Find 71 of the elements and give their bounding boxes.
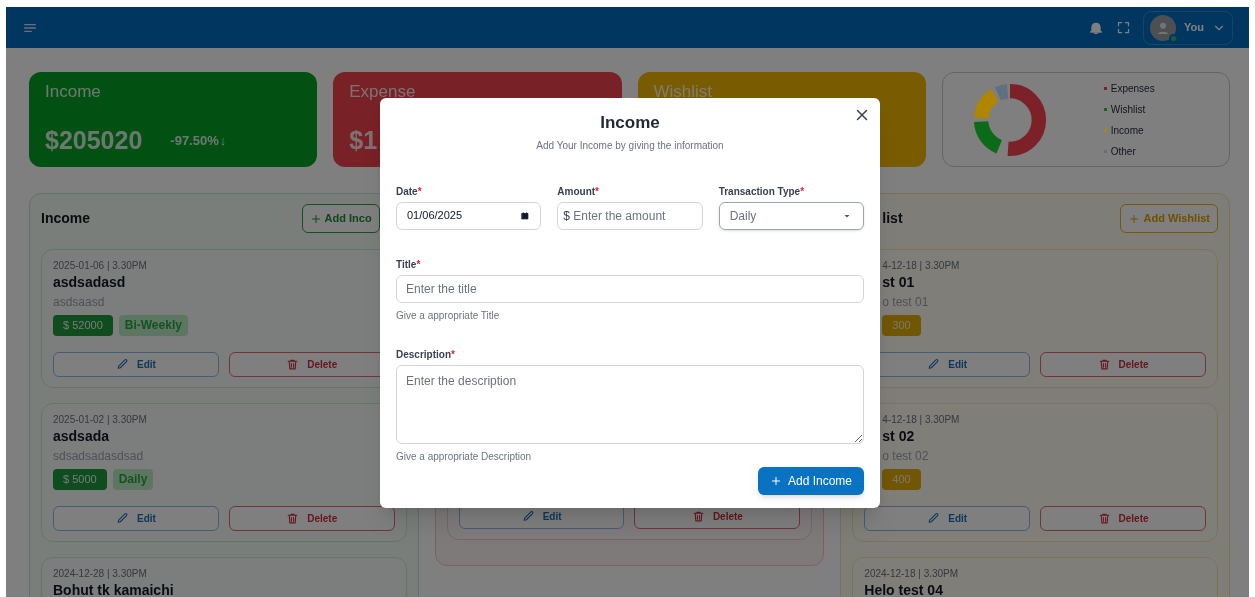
amount-badge: 400 [882, 469, 921, 490]
add-income-button[interactable]: Add Income [757, 467, 864, 495]
entry-title: asdsada [53, 427, 111, 446]
dialog-title: Income [599, 112, 661, 134]
card-amount: $205020 [45, 124, 143, 156]
plus-icon [769, 475, 782, 487]
trash-icon [1097, 512, 1111, 525]
entry-date: 2025-01-02 | 3.30PM [53, 413, 148, 425]
delete-button[interactable]: Delete [1040, 506, 1206, 531]
legend-label: Income [1110, 123, 1144, 138]
transaction-type-select[interactable]: Daily [718, 201, 864, 230]
column-title: Income [41, 209, 90, 228]
fullscreen-icon[interactable] [1116, 20, 1132, 35]
pencil-icon [115, 358, 129, 371]
trash-icon [1097, 358, 1111, 371]
description-field[interactable]: Enter the description [396, 364, 864, 444]
entry-title: st 01 [882, 273, 916, 292]
add-button[interactable]: Add Wishlist [1120, 204, 1218, 233]
field-hint: Give a appropriate Title [396, 308, 501, 323]
entry-title: asdsadasd [53, 273, 127, 292]
entry-date: 2025-01-06 | 3.30PM [53, 259, 148, 271]
trash-icon [691, 510, 705, 523]
amount-badge: $ 52000 [53, 315, 113, 336]
user-name: You [1184, 20, 1204, 36]
entry-date: 2024-12-18 | 3.30PM [864, 567, 960, 579]
column-title: list [882, 209, 903, 228]
amount-badge: $ 5000 [53, 469, 107, 490]
user-menu[interactable]: You [1143, 10, 1233, 45]
dialog-subtitle: Add Your Income by giving the information [535, 138, 725, 153]
delete-button[interactable]: Delete [1040, 352, 1206, 377]
plus-icon [309, 212, 322, 225]
field-label: Description* [396, 347, 456, 362]
legend-label: Expenses [1110, 81, 1155, 96]
field-label: Date* [396, 184, 423, 199]
pencil-icon [115, 512, 129, 525]
card-label: Wishlist [653, 81, 714, 103]
legend-label: Wishlist [1110, 102, 1146, 117]
add-button[interactable]: Add Inco [301, 204, 380, 233]
entry-date: 4-12-18 | 3.30PM [882, 413, 961, 425]
legend-label: Other [1110, 144, 1136, 159]
change-percent: -97.50% [170, 131, 219, 150]
trash-icon [286, 512, 300, 525]
entry-date: 4-12-18 | 3.30PM [882, 259, 961, 271]
card-label: Income [45, 81, 102, 103]
amount-badge: 300 [882, 315, 921, 336]
entry-title: Helo test 04 [864, 581, 944, 597]
delete-button[interactable]: Delete [228, 506, 395, 531]
edit-button[interactable]: Edit [53, 352, 219, 377]
frequency-badge: Daily [112, 469, 154, 490]
field-label: Transaction Type* [718, 184, 806, 199]
entry-title: st 02 [882, 427, 916, 446]
entry-date: 2024-12-28 | 3.30PM [53, 567, 148, 579]
card-label: Expense [349, 81, 417, 103]
pencil-icon [927, 512, 941, 525]
trend-arrow-icon: ↓ [219, 130, 227, 150]
title-field[interactable]: Enter the title [396, 274, 864, 303]
field-label: Amount* [557, 184, 600, 199]
card-amount: $1 [349, 124, 378, 156]
pencil-icon [521, 510, 535, 523]
frequency-badge: Bi-Weekly [118, 315, 188, 336]
date-field[interactable]: 01/06/2025 [396, 201, 542, 230]
currency-symbol: $ [563, 207, 570, 224]
calendar-icon[interactable] [520, 210, 531, 221]
pencil-icon [927, 358, 941, 371]
field-hint: Give a appropriate Description [396, 449, 533, 464]
trash-icon [286, 358, 300, 371]
field-label: Title* [396, 257, 422, 272]
entry-title: Bohut tk kamaichi [53, 581, 175, 597]
edit-button[interactable]: Edit [53, 506, 219, 531]
plus-icon [1128, 212, 1141, 225]
edit-button[interactable]: Edit [864, 506, 1031, 531]
